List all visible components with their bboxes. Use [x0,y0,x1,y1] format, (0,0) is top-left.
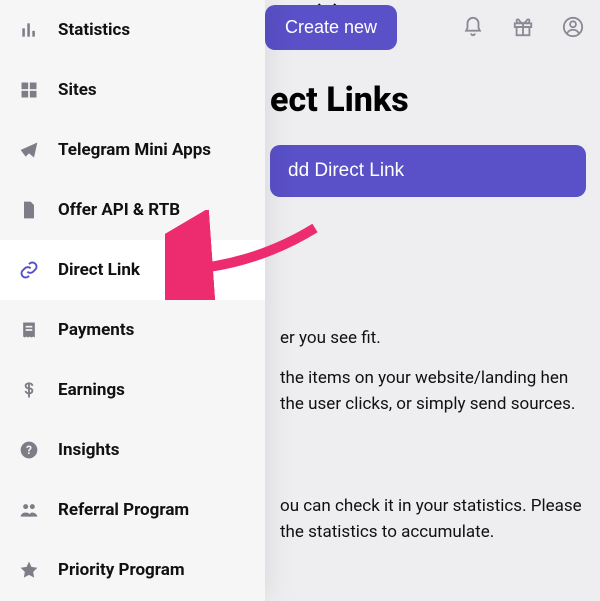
sidebar-item-payments[interactable]: Payments [0,300,265,360]
link-icon [18,259,40,281]
user-icon[interactable] [562,16,584,38]
sidebar-item-label: Statistics [58,20,130,40]
create-new-button[interactable]: Create new [265,5,397,50]
sidebar-item-telegram-mini-apps[interactable]: Telegram Mini Apps [0,120,265,180]
sidebar-item-label: Earnings [58,380,125,400]
svg-text:?: ? [26,443,32,457]
sidebar-item-sites[interactable]: Sites [0,60,265,120]
sidebar-item-label: Payments [58,320,134,340]
grid-icon [18,79,40,101]
sidebar-item-label: Insights [58,440,119,460]
bell-icon[interactable] [462,16,484,38]
gift-icon[interactable] [512,16,534,38]
sidebar-item-earnings[interactable]: Earnings [0,360,265,420]
star-icon [18,559,40,581]
receipt-icon [18,319,40,341]
sidebar-item-label: Telegram Mini Apps [58,140,211,160]
sidebar-item-insights[interactable]: ? Insights [0,420,265,480]
add-direct-link-button[interactable]: dd Direct Link [270,145,586,197]
sidebar: Statistics Sites Telegram Mini Apps Offe… [0,0,265,601]
sidebar-item-priority-program[interactable]: Priority Program [0,540,265,600]
sidebar-item-label: Direct Link [58,260,140,280]
people-icon [18,499,40,521]
sidebar-item-label: Sites [58,80,97,100]
send-icon [18,139,40,161]
help-icon: ? [18,439,40,461]
sidebar-item-direct-link[interactable]: Direct Link [0,240,265,300]
dollar-icon [18,379,40,401]
add-direct-link-label: dd Direct Link [288,160,404,182]
sidebar-item-offer-api-rtb[interactable]: Offer API & RTB [0,180,265,240]
sidebar-item-label: Offer API & RTB [58,200,180,220]
page-title: ect Links [270,80,409,120]
bars-icon [18,19,40,41]
body-text-line-1: er you see fit. [280,325,381,351]
body-text-line-3: ou can check it in your statistics. Plea… [280,493,600,546]
sidebar-item-referral-program[interactable]: Referral Program [0,480,265,540]
create-new-label: Create new [285,17,377,38]
file-icon [18,199,40,221]
sidebar-item-statistics[interactable]: Statistics [0,0,265,60]
body-text-line-2: the items on your website/landing hen th… [280,365,590,418]
sidebar-item-label: Referral Program [58,500,189,520]
sidebar-item-label: Priority Program [58,560,185,580]
